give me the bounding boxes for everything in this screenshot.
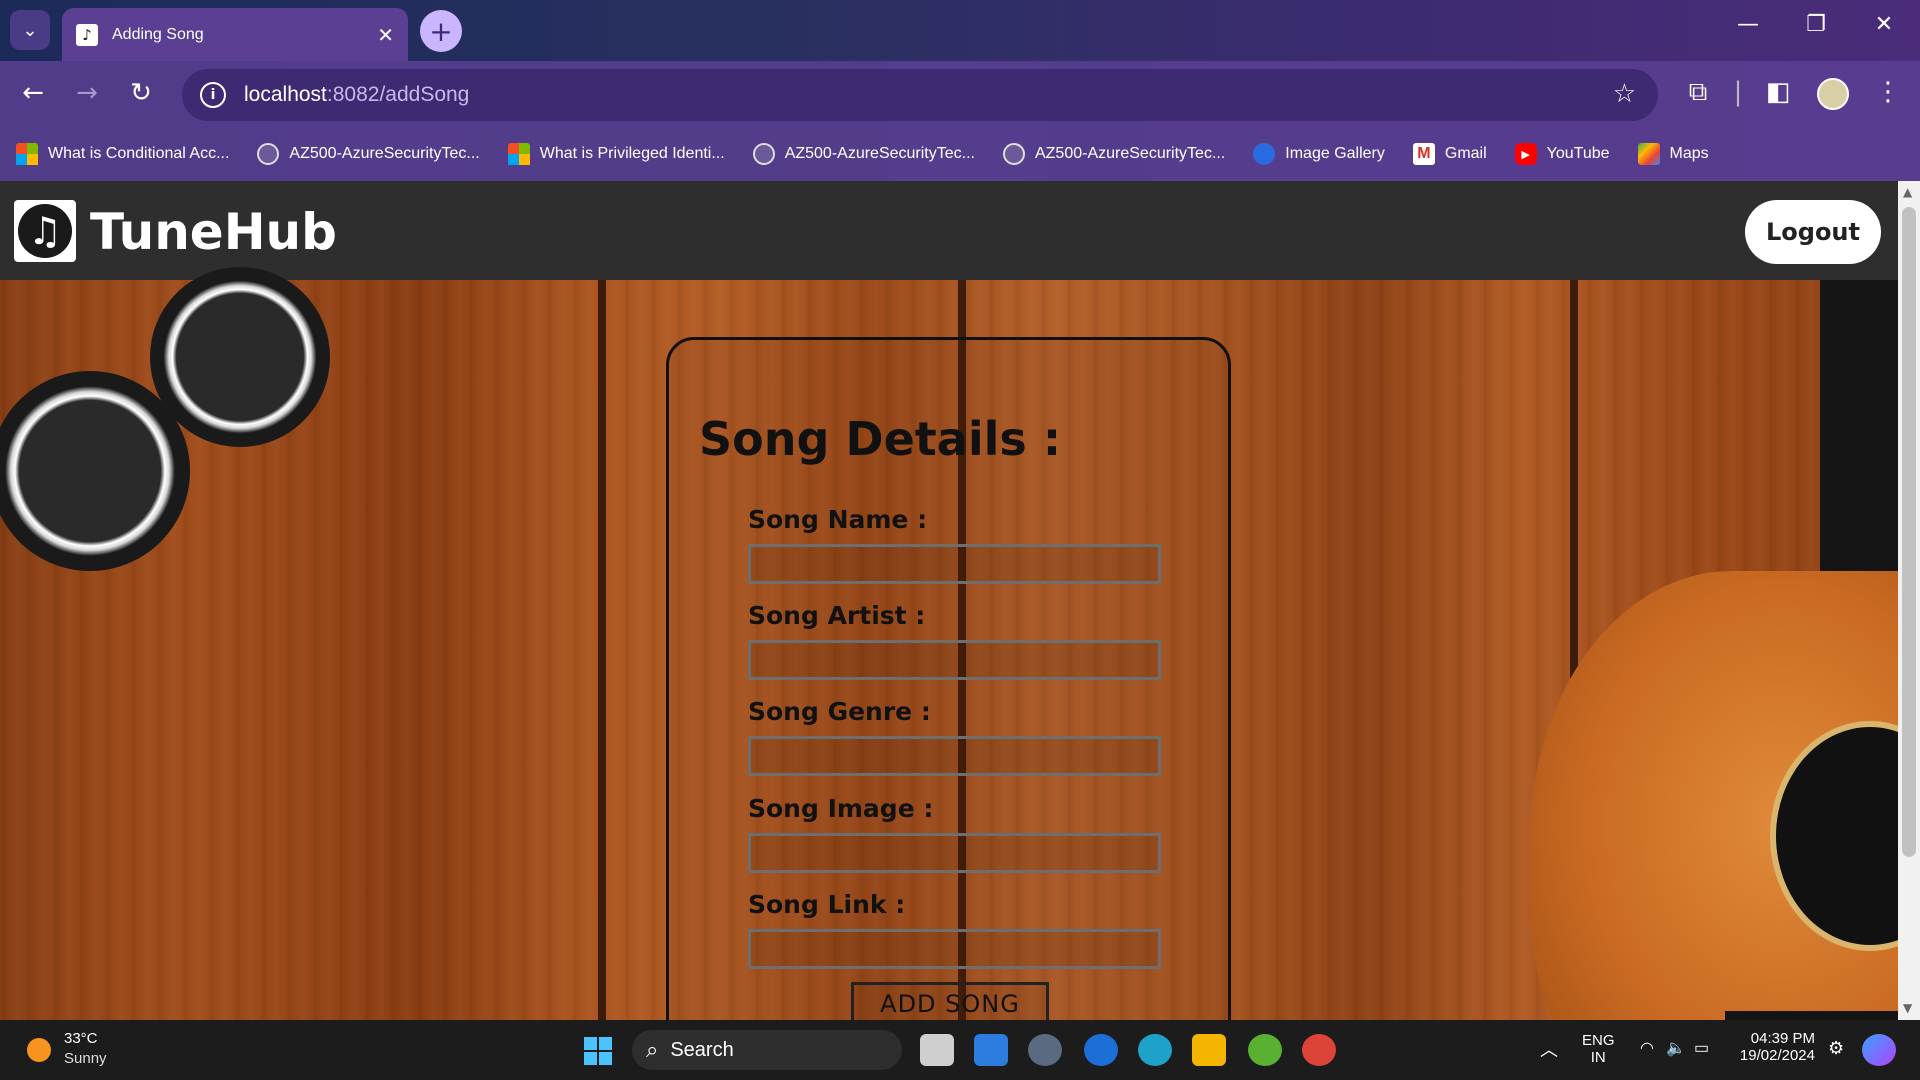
microsoft-icon (16, 143, 38, 165)
guitar-bridge-image (1725, 1011, 1905, 1020)
globe-icon (752, 143, 775, 165)
file-explorer-icon[interactable] (1192, 1034, 1226, 1066)
restore-button[interactable]: ❐ (1796, 12, 1836, 37)
guitar-neck-image (1820, 280, 1898, 580)
song-link-input[interactable] (748, 929, 1161, 969)
copilot-icon[interactable] (1862, 1034, 1896, 1066)
song-details-form: Song Details : Song Name : Song Artist :… (666, 337, 1231, 1020)
tab-search-button[interactable]: ⌄ (10, 10, 50, 50)
language-indicator[interactable]: ENG IN (1582, 1032, 1615, 1066)
address-bar[interactable]: i localhost:8082/addSong ☆ (182, 69, 1658, 121)
url-text[interactable]: localhost:8082/addSong (244, 83, 469, 107)
weather-temperature[interactable]: 33°C (64, 1030, 98, 1047)
extensions-icon[interactable]: ⧉ (1680, 77, 1716, 108)
scroll-thumb[interactable] (1902, 207, 1916, 857)
side-panel-icon[interactable]: ◧ (1760, 77, 1796, 107)
plank-gap (598, 280, 606, 1020)
browser-toolbar: ← → ↻ i localhost:8082/addSong ☆ ⧉ | ◧ ⋮ (0, 61, 1920, 127)
bookmark-image-gallery[interactable]: Image Gallery (1253, 143, 1385, 165)
music-note-icon: ♪ (76, 23, 98, 46)
tab-title: Adding Song (112, 25, 204, 43)
forward-icon[interactable]: → (70, 78, 104, 108)
search-label: Search (670, 1038, 734, 1061)
clock[interactable]: 04:39 PM 19/02/2024 (1735, 1030, 1815, 1064)
bookmark-conditional-access[interactable]: What is Conditional Acc... (16, 143, 229, 165)
page-viewport: ♫ TuneHub Logout Song Details : Song Nam… (0, 181, 1920, 1020)
windows-taskbar: 33°C Sunny ⌕ Search ︿ ENG IN ◠ 🔈 ▭ 04:39… (0, 1020, 1920, 1080)
weather-condition[interactable]: Sunny (64, 1050, 107, 1067)
profile-avatar[interactable] (1817, 78, 1849, 110)
bookmark-maps[interactable]: Maps (1637, 143, 1709, 165)
gmail-icon: M (1412, 143, 1435, 165)
site-info-icon[interactable]: i (200, 82, 226, 108)
song-image-label: Song Image : (748, 794, 934, 823)
bookmark-gmail[interactable]: M Gmail (1412, 143, 1487, 165)
settings-gear-icon[interactable] (1028, 1034, 1062, 1066)
new-tab-button[interactable]: + (420, 10, 462, 52)
volume-icon[interactable]: 🔈 (1666, 1038, 1686, 1058)
reload-icon[interactable]: ↻ (124, 78, 158, 108)
bookmark-az500-3[interactable]: AZ500-AzureSecurityTec... (1002, 143, 1225, 165)
help-icon[interactable] (1084, 1034, 1118, 1066)
song-genre-label: Song Genre : (748, 697, 931, 726)
bookmark-star-icon[interactable]: ☆ (1613, 79, 1636, 109)
taskbar-search[interactable]: ⌕ Search (632, 1030, 902, 1070)
scroll-down-icon[interactable]: ▼ (1903, 1001, 1912, 1015)
song-link-label: Song Link : (748, 890, 906, 919)
add-song-button[interactable]: ADD SONG (851, 982, 1049, 1020)
back-icon[interactable]: ← (16, 78, 50, 108)
browser-chrome: ⌄ ♪ Adding Song ✕ + — ❐ ✕ ← → ↻ i localh… (0, 0, 1920, 181)
show-hidden-icons-icon[interactable]: ︿ (1540, 1036, 1558, 1062)
bookmark-az500-1[interactable]: AZ500-AzureSecurityTec... (257, 143, 480, 165)
bookmark-youtube[interactable]: ▶ YouTube (1514, 143, 1610, 165)
page-scrollbar[interactable]: ▲ ▼ (1898, 181, 1920, 1020)
brand-name: TuneHub (90, 203, 337, 261)
bookmark-privileged-identity[interactable]: What is Privileged Identi... (507, 143, 725, 165)
menu-kebab-icon[interactable]: ⋮ (1870, 77, 1906, 107)
sun-icon[interactable] (27, 1038, 51, 1062)
store-icon[interactable] (974, 1034, 1008, 1066)
speaker-image (150, 267, 330, 447)
song-name-label: Song Name : (748, 505, 928, 534)
close-window-button[interactable]: ✕ (1864, 12, 1904, 37)
globe-icon (257, 143, 280, 165)
maps-icon (1637, 143, 1660, 165)
tunehub-logo: ♫ (14, 200, 76, 262)
bookmark-az500-2[interactable]: AZ500-AzureSecurityTec... (752, 143, 975, 165)
song-genre-input[interactable] (748, 736, 1161, 776)
app-leaf-icon[interactable] (1248, 1034, 1282, 1066)
song-image-input[interactable] (748, 833, 1161, 873)
logout-button[interactable]: Logout (1745, 200, 1881, 264)
windows-start-icon[interactable] (584, 1037, 612, 1065)
song-name-input[interactable] (748, 544, 1161, 584)
tab-bar: ⌄ ♪ Adding Song ✕ + — ❐ ✕ (0, 0, 1920, 61)
tab-adding-song[interactable]: ♪ Adding Song ✕ (62, 8, 408, 61)
battery-icon[interactable]: ▭ (1694, 1038, 1709, 1058)
task-view-icon[interactable] (920, 1034, 954, 1066)
gallery-icon (1253, 143, 1276, 165)
toolbar-divider: | (1733, 77, 1743, 107)
youtube-icon: ▶ (1514, 143, 1537, 165)
song-artist-label: Song Artist : (748, 601, 926, 630)
music-note-icon: ♫ (18, 204, 72, 258)
chrome-icon[interactable] (1302, 1034, 1336, 1066)
form-title: Song Details : (699, 412, 1062, 466)
scroll-up-icon[interactable]: ▲ (1903, 185, 1912, 199)
song-artist-input[interactable] (748, 640, 1161, 680)
search-icon: ⌕ (646, 1037, 659, 1062)
wifi-icon[interactable]: ◠ (1640, 1038, 1654, 1058)
microsoft-icon (507, 143, 530, 165)
app-header: ♫ TuneHub Logout (0, 181, 1898, 280)
close-tab-icon[interactable]: ✕ (377, 23, 394, 47)
minimize-button[interactable]: — (1728, 12, 1768, 37)
edge-icon[interactable] (1138, 1034, 1172, 1066)
notifications-icon[interactable]: ⚙ (1828, 1038, 1844, 1059)
globe-icon (1002, 143, 1025, 165)
bookmarks-bar: What is Conditional Acc... AZ500-AzureSe… (0, 127, 1920, 181)
